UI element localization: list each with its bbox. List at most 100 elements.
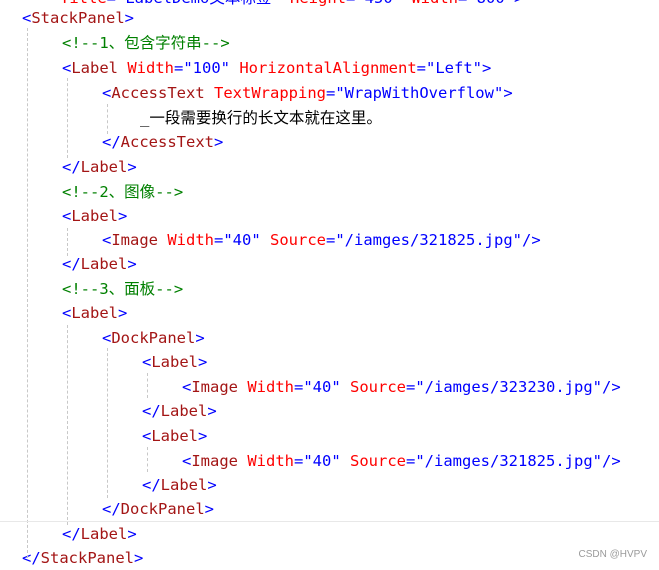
code-line: <Label Width="100" HorizontalAlignment="…: [62, 56, 491, 80]
indent-guide: [147, 447, 148, 472]
code-token: Source: [340, 452, 407, 470]
code-line: <!--2、图像-->: [62, 180, 183, 204]
code-token: Width: [238, 378, 295, 396]
code-token: DockPanel: [120, 500, 205, 518]
indent-guide: [67, 228, 68, 256]
indent-guide: [27, 28, 28, 558]
code-token: Image: [111, 231, 159, 249]
code-token: HorizontalAlignment: [230, 59, 417, 77]
code-token: <: [62, 304, 72, 322]
code-token: >: [127, 158, 137, 176]
code-token: />: [521, 231, 541, 249]
code-line: <!--1、包含字符串-->: [62, 31, 230, 55]
code-token: >: [195, 329, 205, 347]
code-line: <!--3、面板-->: [62, 277, 183, 301]
indent-guide: [67, 78, 68, 158]
code-token: ="/iamges/323230.jpg": [406, 378, 602, 396]
indent-guide: [107, 104, 108, 134]
code-token: <!--1、包含字符串-->: [62, 34, 230, 52]
code-token: />: [601, 378, 621, 396]
code-token: ="LabelDemo文本标签": [107, 0, 290, 7]
code-token: Width: [238, 452, 295, 470]
code-token: ="/iamges/321825.jpg": [326, 231, 522, 249]
code-token: Label: [71, 304, 119, 322]
code-token: AccessText: [111, 84, 205, 102]
code-token: </: [22, 549, 41, 567]
code-token: Image: [191, 378, 239, 396]
code-token: >: [134, 549, 144, 567]
code-token: ="40": [294, 378, 341, 396]
code-token: DockPanel: [111, 329, 196, 347]
code-token: </: [62, 255, 81, 273]
code-token: Image: [191, 452, 239, 470]
code-line: </AccessText>: [102, 130, 223, 154]
code-line: <Image Width="40" Source="/iamges/323230…: [182, 375, 621, 399]
code-line: <AccessText TextWrapping="WrapWithOverfl…: [102, 81, 513, 105]
code-token: >: [198, 427, 208, 445]
code-token: </: [142, 402, 161, 420]
code-token: />: [601, 452, 621, 470]
code-line: <Image Width="40" Source="/iamges/321825…: [182, 449, 621, 473]
code-token: Label: [151, 353, 199, 371]
code-token: </: [102, 133, 121, 151]
code-token: StackPanel: [31, 9, 125, 27]
code-token: >: [503, 84, 513, 102]
code-token: Label: [71, 59, 119, 77]
code-token: Label: [80, 525, 128, 543]
code-token: Source: [260, 231, 327, 249]
code-token: ="Left": [416, 59, 482, 77]
code-token: Height: [290, 0, 346, 7]
code-token: <: [102, 84, 112, 102]
code-token: ="/iamges/321825.jpg": [406, 452, 602, 470]
code-token: >: [198, 353, 208, 371]
code-line: </StackPanel>: [22, 546, 143, 570]
code-token: <: [182, 378, 192, 396]
code-token: </: [102, 500, 121, 518]
code-token: AccessText: [120, 133, 214, 151]
code-token: TextWrapping: [204, 84, 326, 102]
code-token: >: [204, 500, 215, 518]
code-token: ="800">: [458, 0, 523, 7]
code-token: Width: [118, 59, 175, 77]
code-token: </: [142, 476, 161, 494]
code-token: <: [102, 329, 112, 347]
code-token: >: [481, 59, 492, 77]
code-token: </: [62, 525, 81, 543]
code-token: >: [124, 9, 135, 27]
code-token: ="40": [294, 452, 341, 470]
code-token: <: [182, 452, 192, 470]
code-token: ="450": [346, 0, 411, 7]
code-line: <Label>: [62, 301, 127, 325]
code-token: <!--2、图像-->: [62, 183, 184, 201]
code-token: >: [127, 255, 137, 273]
code-token: <: [102, 231, 112, 249]
code-token: Label: [160, 476, 208, 494]
code-line: <Label>: [62, 204, 127, 228]
code-line: <Label>: [142, 424, 207, 448]
indent-guide: [67, 325, 68, 525]
code-token: Label: [80, 255, 128, 273]
code-line: </Label>: [62, 155, 137, 179]
code-token: <: [142, 427, 152, 445]
code-token: <: [62, 207, 72, 225]
code-token: Label: [71, 207, 119, 225]
code-token: <: [142, 353, 152, 371]
code-line: _一段需要换行的长文本就在这里。: [140, 106, 382, 130]
code-token: _一段需要换行的长文本就在这里。: [140, 109, 382, 127]
code-token: Width: [411, 0, 458, 7]
code-token: Source: [340, 378, 407, 396]
code-token: >: [118, 304, 128, 322]
code-line: <StackPanel>: [22, 6, 134, 30]
watermark: CSDN @HVPV: [578, 549, 648, 560]
code-token: Label: [160, 402, 208, 420]
code-token: ="100": [174, 59, 231, 77]
code-editor[interactable]: Title="LabelDemo文本标签" Height="450" Width…: [0, 0, 659, 570]
code-token: ="WrapWithOverflow": [326, 84, 504, 102]
code-token: StackPanel: [40, 549, 134, 567]
code-token: Label: [151, 427, 199, 445]
indent-guide: [107, 348, 108, 498]
code-token: >: [207, 476, 217, 494]
code-line: <Image Width="40" Source="/iamges/321825…: [102, 228, 541, 252]
code-line: </Label>: [142, 399, 217, 423]
code-token: <!--3、面板-->: [62, 280, 184, 298]
